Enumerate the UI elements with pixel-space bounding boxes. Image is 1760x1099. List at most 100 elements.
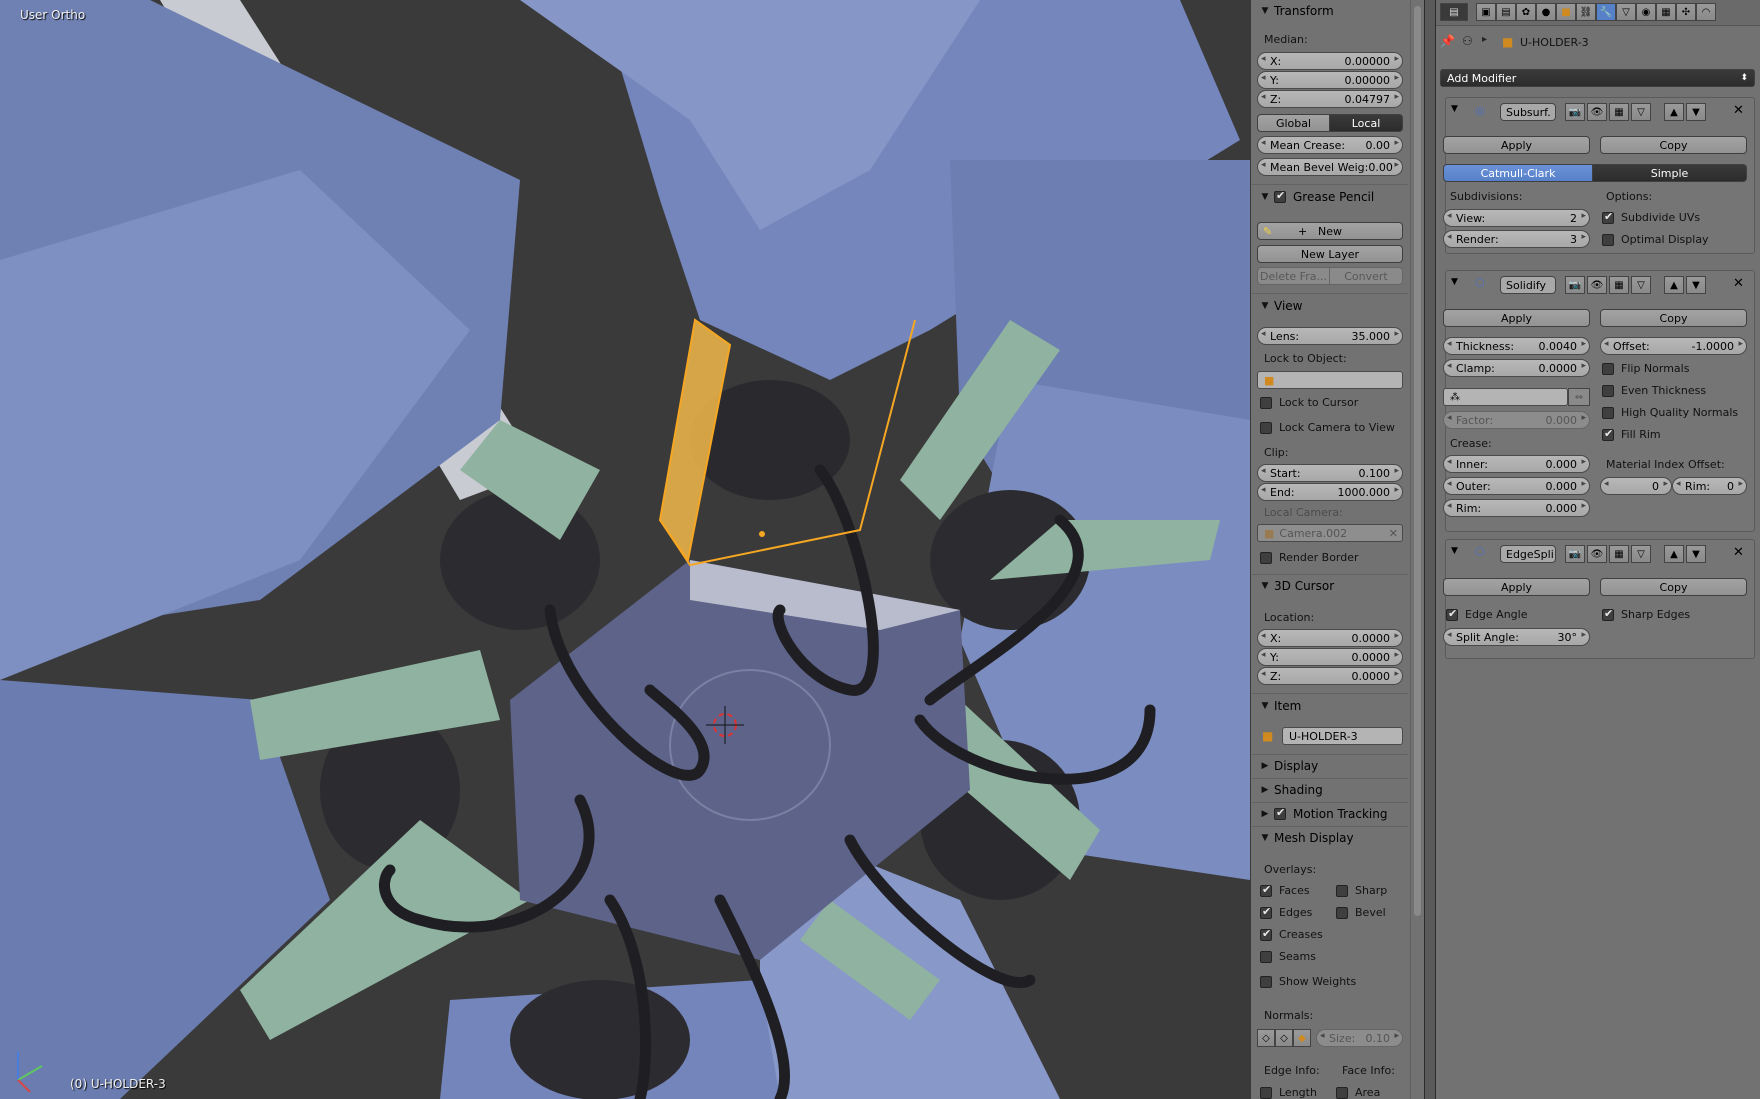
modifier-name-field[interactable]: Subsurf.	[1500, 103, 1556, 121]
simple-toggle[interactable]: Simple	[1593, 164, 1747, 182]
optimal-display-checkbox[interactable]: Optimal Display	[1602, 233, 1709, 246]
global-toggle[interactable]: Global	[1257, 114, 1330, 132]
apply-button[interactable]: Apply	[1443, 136, 1590, 154]
editmode-toggle-icon[interactable]: ▦	[1609, 545, 1629, 563]
convert-button[interactable]: Convert	[1330, 267, 1403, 285]
viewport-toggle-icon[interactable]: 👁	[1587, 545, 1607, 563]
panel-header-mesh-display[interactable]: ▼ Mesh Display	[1260, 827, 1410, 849]
collapse-triangle-icon[interactable]: ▼	[1451, 546, 1458, 556]
add-modifier-dropdown[interactable]: Add Modifier ⬍	[1440, 69, 1755, 87]
high-quality-normals-checkbox[interactable]: High Quality Normals	[1602, 406, 1738, 419]
cursor-x-field[interactable]: X: 0.0000	[1257, 629, 1403, 647]
mean-crease-field[interactable]: Mean Crease: 0.00	[1257, 136, 1403, 154]
subsurf-render-field[interactable]: Render: 3	[1443, 230, 1590, 248]
cage-toggle-icon[interactable]: ▽	[1631, 276, 1651, 294]
lock-to-cursor-checkbox[interactable]: Lock to Cursor	[1260, 396, 1358, 409]
catmull-clark-toggle[interactable]: Catmull-Clark	[1443, 164, 1593, 182]
lens-field[interactable]: Lens: 35.000	[1257, 327, 1403, 345]
editor-type-icon[interactable]: ▤	[1440, 3, 1468, 21]
material-rim-field[interactable]: Rim: 0	[1672, 477, 1747, 495]
remove-modifier-icon[interactable]: ✕	[1733, 103, 1744, 118]
split-angle-field[interactable]: Split Angle: 30°	[1443, 628, 1590, 646]
render-tab-icon[interactable]: ▣	[1476, 3, 1496, 21]
object-tab-icon[interactable]: ■	[1556, 3, 1576, 21]
crease-outer-field[interactable]: Outer: 0.000	[1443, 477, 1590, 495]
remove-modifier-icon[interactable]: ✕	[1733, 545, 1744, 560]
move-down-icon[interactable]: ▼	[1686, 103, 1706, 121]
clip-end-field[interactable]: End: 1000.000	[1257, 483, 1403, 501]
render-border-checkbox[interactable]: Render Border	[1260, 551, 1359, 564]
panel-header-grease-pencil[interactable]: ▼ Grease Pencil	[1260, 186, 1410, 208]
editmode-toggle-icon[interactable]: ▦	[1609, 276, 1629, 294]
thickness-field[interactable]: Thickness: 0.0040	[1443, 337, 1590, 355]
viewport-toggle-icon[interactable]: 👁	[1587, 103, 1607, 121]
median-y-field[interactable]: Y: 0.00000	[1257, 71, 1403, 89]
scene-tab-icon[interactable]: ✿	[1516, 3, 1536, 21]
seams-checkbox[interactable]: Seams	[1260, 950, 1316, 963]
particles-tab-icon[interactable]: ✣	[1676, 3, 1696, 21]
panel-header-3d-cursor[interactable]: ▼ 3D Cursor	[1260, 575, 1410, 597]
cage-toggle-icon[interactable]: ▽	[1631, 545, 1651, 563]
crease-inner-field[interactable]: Inner: 0.000	[1443, 455, 1590, 473]
panel-header-item[interactable]: ▼ Item	[1260, 695, 1410, 717]
viewport-toggle-icon[interactable]: 👁	[1587, 276, 1607, 294]
sidebar-scrollbar[interactable]	[1410, 0, 1424, 1099]
lock-object-field[interactable]: ■	[1257, 371, 1403, 389]
invert-icon[interactable]: ⇔	[1568, 388, 1590, 406]
render-layers-tab-icon[interactable]: ▤	[1496, 3, 1516, 21]
panel-header-display[interactable]: ▶ Display	[1260, 755, 1410, 777]
clip-start-field[interactable]: Start: 0.100	[1257, 464, 1403, 482]
3d-viewport[interactable]: User Ortho (0) U-HOLDER-3	[0, 0, 1250, 1099]
region-separator[interactable]	[1424, 0, 1436, 1099]
remove-modifier-icon[interactable]: ✕	[1733, 276, 1744, 291]
faces-checkbox[interactable]: Faces	[1260, 883, 1310, 897]
loop-normals-icon[interactable]: ◇	[1275, 1029, 1293, 1047]
texture-tab-icon[interactable]: ▦	[1656, 3, 1676, 21]
panel-header-shading[interactable]: ▶ Shading	[1260, 779, 1410, 801]
copy-button[interactable]: Copy	[1600, 309, 1747, 327]
factor-field[interactable]: Factor: 0.000	[1443, 411, 1590, 429]
local-toggle[interactable]: Local	[1330, 114, 1403, 132]
motion-tracking-enable[interactable]	[1274, 806, 1293, 820]
show-weights-checkbox[interactable]: Show Weights	[1260, 975, 1356, 988]
cage-toggle-icon[interactable]: ▽	[1631, 103, 1651, 121]
length-checkbox[interactable]: Length	[1260, 1086, 1317, 1099]
panel-header-transform[interactable]: ▼ Transform	[1260, 0, 1410, 22]
area-checkbox[interactable]: Area	[1336, 1086, 1380, 1099]
constraints-tab-icon[interactable]: ⛓	[1576, 3, 1596, 21]
move-down-icon[interactable]: ▼	[1686, 276, 1706, 294]
delete-frame-button[interactable]: Delete Fra...	[1257, 267, 1330, 285]
normals-size-field[interactable]: Size: 0.10	[1316, 1029, 1403, 1047]
crease-rim-field[interactable]: Rim: 0.000	[1443, 499, 1590, 517]
subsurf-view-field[interactable]: View: 2	[1443, 209, 1590, 227]
subdivide-uvs-checkbox[interactable]: Subdivide UVs	[1602, 210, 1700, 224]
move-down-icon[interactable]: ▼	[1686, 545, 1706, 563]
apply-button[interactable]: Apply	[1443, 309, 1590, 327]
modifier-name-field[interactable]: Solidify	[1500, 276, 1556, 294]
edges-checkbox[interactable]: Edges	[1260, 905, 1312, 919]
physics-tab-icon[interactable]: ◠	[1696, 3, 1716, 21]
panel-header-motion-tracking[interactable]: ▶ Motion Tracking	[1260, 803, 1410, 825]
data-tab-icon[interactable]: ▽	[1616, 3, 1636, 21]
panel-header-view[interactable]: ▼ View	[1260, 295, 1410, 317]
collapse-triangle-icon[interactable]: ▼	[1451, 277, 1458, 287]
vertex-normals-icon[interactable]: ◇	[1257, 1029, 1275, 1047]
bevel-checkbox[interactable]: Bevel	[1336, 906, 1386, 919]
new-layer-button[interactable]: New Layer	[1257, 245, 1403, 263]
copy-button[interactable]: Copy	[1600, 136, 1747, 154]
modifiers-tab-icon[interactable]: 🔧	[1596, 3, 1616, 21]
even-thickness-checkbox[interactable]: Even Thickness	[1602, 384, 1706, 397]
median-x-field[interactable]: X: 0.00000	[1257, 52, 1403, 70]
face-normals-icon[interactable]: ◆	[1293, 1029, 1311, 1047]
sharp-edges-checkbox[interactable]: Sharp Edges	[1602, 607, 1690, 621]
cursor-z-field[interactable]: Z: 0.0000	[1257, 667, 1403, 685]
render-toggle-icon[interactable]: 📷	[1565, 276, 1585, 294]
move-up-icon[interactable]: ▲	[1664, 103, 1684, 121]
edge-angle-checkbox[interactable]: Edge Angle	[1446, 607, 1527, 621]
pin-icon[interactable]: 📌	[1440, 34, 1455, 48]
collapse-triangle-icon[interactable]: ▼	[1451, 104, 1458, 114]
sharp-checkbox[interactable]: Sharp	[1336, 884, 1387, 897]
move-up-icon[interactable]: ▲	[1664, 276, 1684, 294]
world-tab-icon[interactable]: ●	[1536, 3, 1556, 21]
cursor-y-field[interactable]: Y: 0.0000	[1257, 648, 1403, 666]
